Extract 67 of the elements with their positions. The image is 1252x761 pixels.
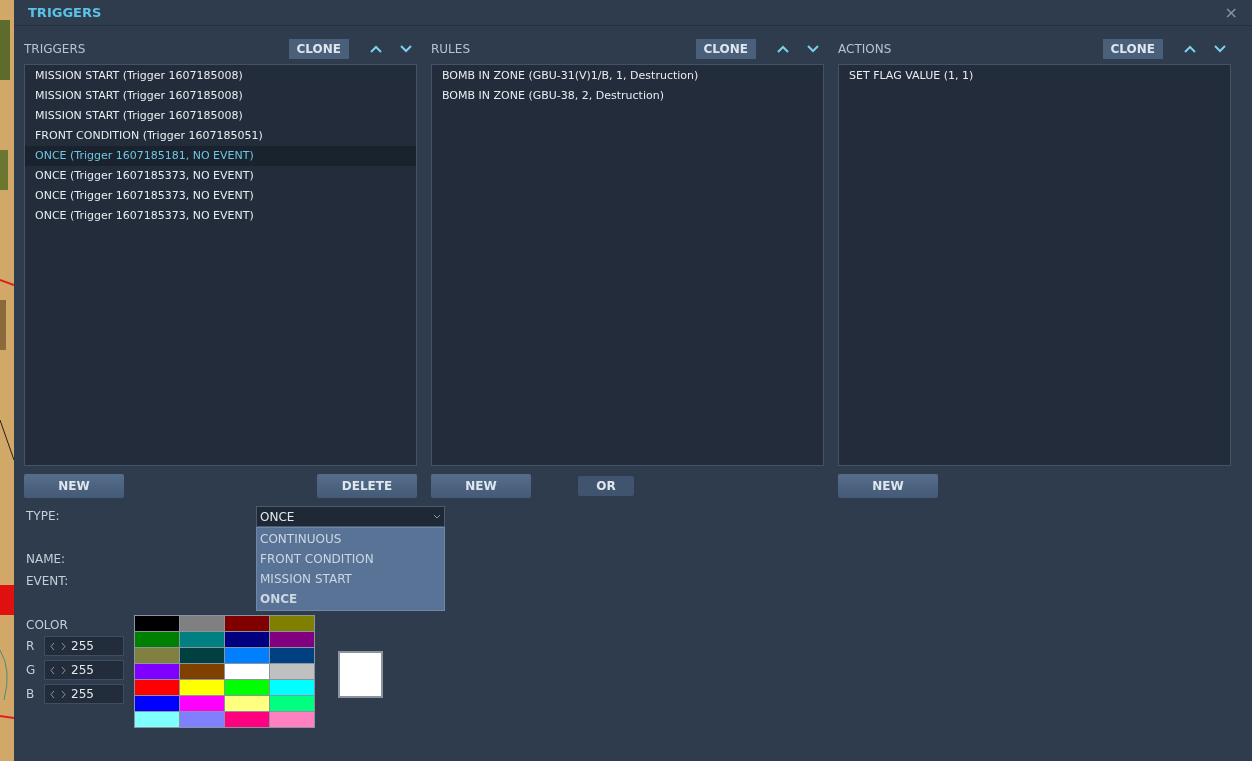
color-swatch[interactable] (225, 648, 269, 663)
color-label: COLOR (26, 617, 69, 632)
panel-label: ACTIONS (838, 41, 893, 58)
list-item[interactable]: ONCE (Trigger 1607185181, NO EVENT) (25, 146, 416, 166)
chevron-down-icon (433, 514, 441, 519)
color-swatch[interactable] (180, 616, 224, 631)
color-swatch[interactable] (180, 712, 224, 727)
list-item[interactable]: MISSION START (Trigger 1607185008) (25, 86, 416, 106)
number-field[interactable]: 255 (44, 636, 124, 656)
color-swatch[interactable] (180, 664, 224, 679)
color-swatch[interactable] (180, 680, 224, 695)
list-item[interactable]: MISSION START (Trigger 1607185008) (25, 66, 416, 86)
color-swatch[interactable] (180, 632, 224, 647)
list-item[interactable]: MISSION START (Trigger 1607185008) (25, 106, 416, 126)
channel-label: R (26, 638, 36, 655)
panel-label: TRIGGERS (24, 41, 87, 58)
color-swatch[interactable] (270, 712, 314, 727)
stepper-arrows-icon[interactable] (49, 665, 67, 675)
color-swatch[interactable] (135, 632, 179, 647)
action-button[interactable]: NEW (431, 474, 531, 498)
color-swatch[interactable] (135, 680, 179, 695)
list-item[interactable]: ONCE (Trigger 1607185373, NO EVENT) (25, 166, 416, 186)
color-swatch[interactable] (270, 648, 314, 663)
action-button[interactable]: DELETE (317, 474, 417, 498)
channel-label: B (26, 686, 36, 703)
color-swatch[interactable] (270, 680, 314, 695)
window-title: TRIGGERS (28, 3, 102, 22)
clone-button[interactable]: CLONE (1102, 39, 1163, 59)
list-item[interactable]: BOMB IN ZONE (GBU-38, 2, Destruction) (432, 86, 823, 106)
event-label: EVENT: (26, 573, 70, 590)
color-swatch[interactable] (225, 616, 269, 631)
color-swatch[interactable] (270, 664, 314, 679)
color-swatch[interactable] (270, 616, 314, 631)
color-swatch[interactable] (225, 680, 269, 695)
number-field[interactable]: 255 (44, 684, 124, 704)
color-swatch[interactable] (225, 712, 269, 727)
color-swatch[interactable] (225, 696, 269, 711)
close-button[interactable]: × (1224, 0, 1238, 25)
list-item[interactable]: ONCE (Trigger 1607185373, NO EVENT) (25, 186, 416, 206)
color-swatch[interactable] (135, 664, 179, 679)
name-label: NAME: (26, 551, 67, 568)
color-swatch[interactable] (180, 696, 224, 711)
color-swatch[interactable] (225, 664, 269, 679)
clone-button[interactable]: CLONE (695, 39, 756, 59)
color-swatch[interactable] (180, 648, 224, 663)
list-item[interactable]: ONCE (Trigger 1607185373, NO EVENT) (25, 206, 416, 226)
action-button[interactable]: NEW (24, 474, 124, 498)
color-swatch[interactable] (135, 696, 179, 711)
stepper-arrows-icon[interactable] (49, 689, 67, 699)
action-button[interactable]: NEW (838, 474, 938, 498)
color-swatch[interactable] (270, 632, 314, 647)
list-item[interactable]: SET FLAG VALUE (1, 1) (839, 66, 1230, 86)
channel-label: G (26, 662, 37, 679)
type-dropdown[interactable]: ONCE (256, 506, 445, 527)
type-label: TYPE: (26, 508, 61, 525)
color-swatch[interactable] (135, 712, 179, 727)
list-item[interactable]: BOMB IN ZONE (GBU-31(V)1/B, 1, Destruction) (432, 66, 823, 86)
color-swatch[interactable] (135, 616, 179, 631)
panel-label: RULES (431, 41, 471, 58)
color-swatch[interactable] (225, 632, 269, 647)
number-field[interactable]: 255 (44, 660, 124, 680)
or-button[interactable]: OR (578, 476, 634, 496)
stepper-arrows-icon[interactable] (49, 641, 67, 651)
clone-button[interactable]: CLONE (288, 39, 349, 59)
color-swatch[interactable] (270, 696, 314, 711)
list-item[interactable]: FRONT CONDITION (Trigger 1607185051) (25, 126, 416, 146)
color-swatch[interactable] (135, 648, 179, 663)
